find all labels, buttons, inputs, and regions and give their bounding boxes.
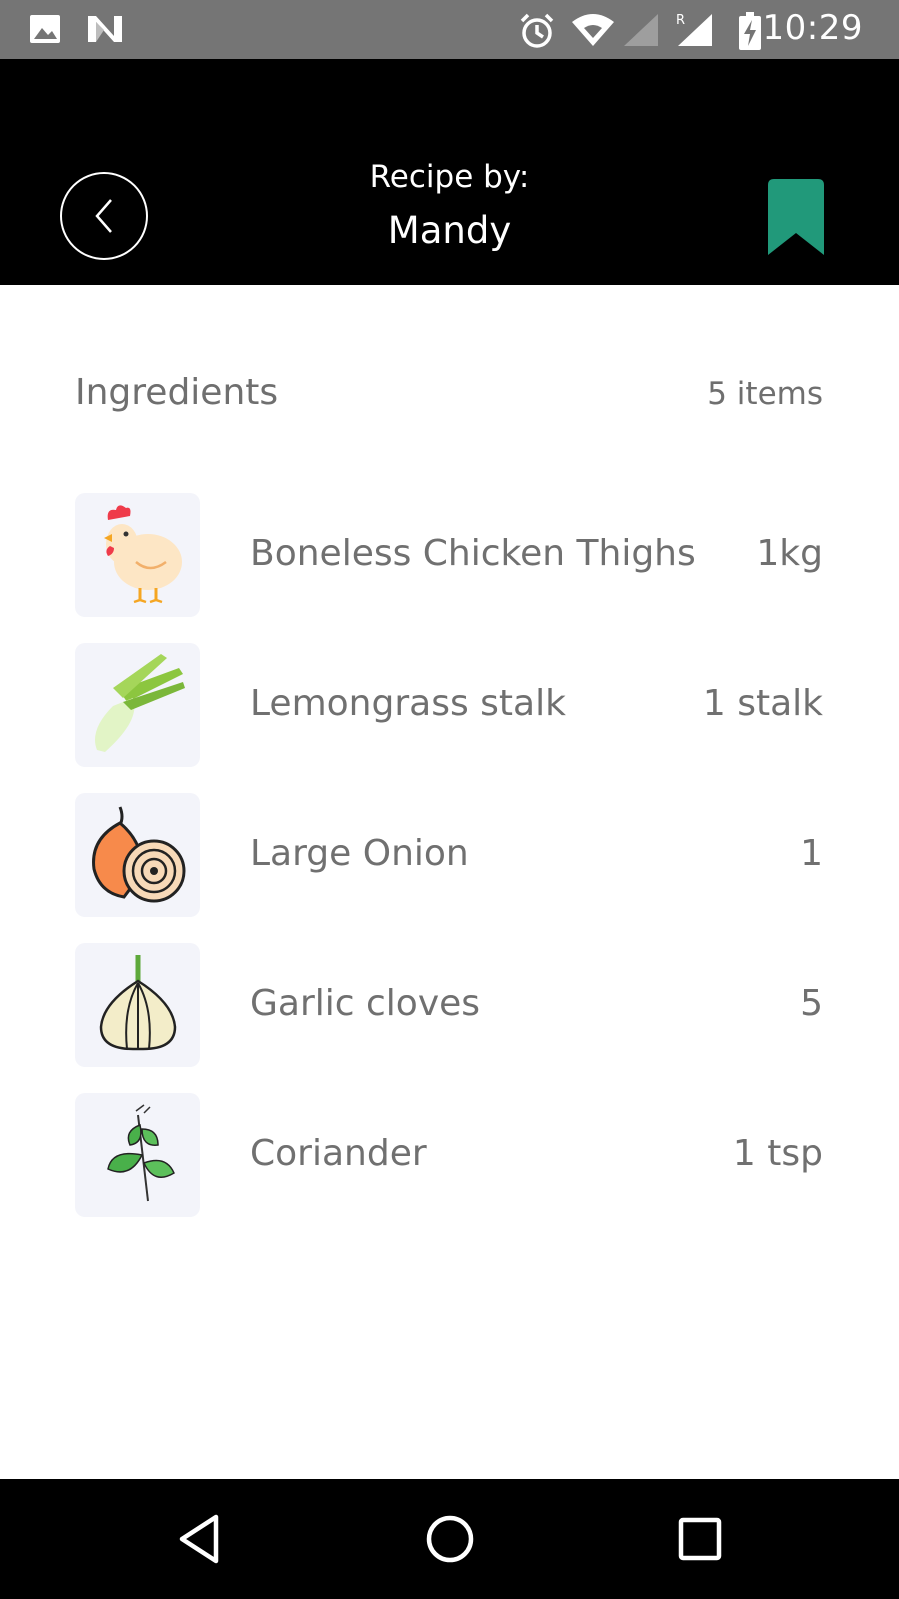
system-nav-bar [0, 1479, 899, 1599]
ingredient-thumbnail [75, 1093, 200, 1217]
lemongrass-icon [94, 654, 185, 752]
nav-home-button[interactable] [420, 1509, 480, 1569]
ingredient-thumbnail [75, 943, 200, 1067]
roaming-signal-icon: R [676, 13, 712, 46]
garlic-icon [99, 955, 176, 1051]
nav-back-button[interactable] [170, 1509, 230, 1569]
ingredient-name: Boneless Chicken Thighs [250, 533, 696, 574]
home-circle-icon [426, 1515, 474, 1563]
alarm-icon [520, 13, 554, 48]
app-header: Recipe by: Mandy [0, 59, 899, 285]
ingredient-name: Large Onion [250, 833, 469, 874]
image-icon [30, 15, 60, 43]
n-icon [88, 16, 122, 42]
ingredient-quantity: 5 [800, 983, 823, 1024]
status-bar: R 10:29 [0, 0, 899, 59]
ingredient-quantity: 1 tsp [732, 1133, 823, 1174]
recipe-author: Mandy [387, 209, 512, 252]
ingredient-row[interactable]: Coriander 1 tsp [0, 1093, 899, 1217]
recipe-by-label: Recipe by: [369, 159, 530, 195]
ingredients-title: Ingredients [75, 372, 279, 413]
ingredient-name: Coriander [250, 1133, 427, 1174]
ingredient-thumbnail [75, 493, 200, 617]
ingredient-thumbnail [75, 793, 200, 917]
wifi-icon [572, 14, 614, 46]
recipe-content: Ingredients 5 items Boneless Chicken Thi… [0, 285, 899, 1479]
ingredient-row[interactable]: Lemongrass stalk 1 stalk [0, 643, 899, 767]
bookmark-icon[interactable] [768, 179, 824, 255]
nav-recents-button[interactable] [670, 1509, 730, 1569]
ingredient-name: Garlic cloves [250, 983, 481, 1024]
onion-icon [91, 806, 185, 903]
back-triangle-icon [179, 1514, 219, 1564]
recents-square-icon [678, 1517, 722, 1561]
ingredient-name: Lemongrass stalk [250, 683, 566, 724]
chicken-icon [103, 505, 182, 604]
coriander-icon [106, 1104, 175, 1202]
status-time: 10:29 [762, 8, 863, 48]
ingredient-row[interactable]: Garlic cloves 5 [0, 943, 899, 1067]
ingredient-quantity: 1 stalk [702, 683, 823, 724]
ingredients-count: 5 items [707, 376, 823, 412]
ingredient-row[interactable]: Large Onion 1 [0, 793, 899, 917]
ingredient-thumbnail [75, 643, 200, 767]
ingredient-row[interactable]: Boneless Chicken Thighs 1kg [0, 493, 899, 617]
ingredient-quantity: 1kg [756, 533, 823, 574]
signal-icon [624, 14, 658, 46]
ingredient-quantity: 1 [800, 833, 823, 874]
svg-text:R: R [676, 13, 685, 28]
battery-charging-icon [739, 12, 761, 50]
